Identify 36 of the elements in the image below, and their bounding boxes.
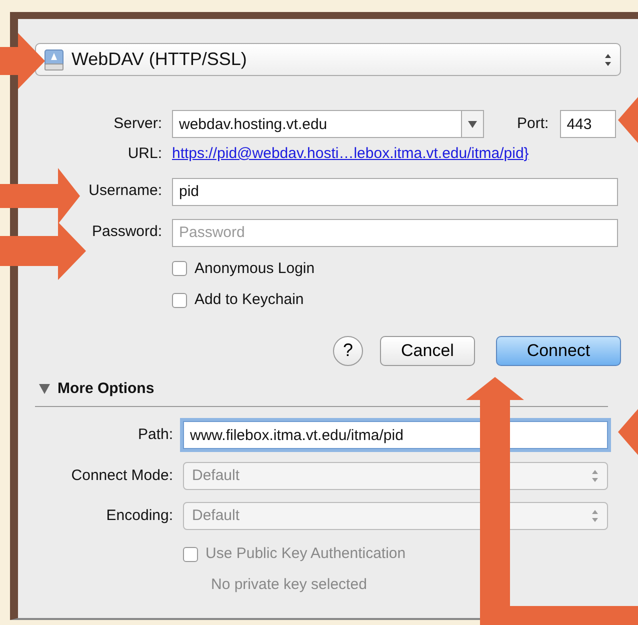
field-label: Path: [136,424,173,445]
updown-arrows-icon [591,509,599,523]
checkbox-label[interactable]: Anonymous Login [194,258,315,280]
section-title: More Options [58,378,154,398]
cancel-button[interactable]: Cancel [380,336,475,366]
dropdown-button[interactable] [462,110,484,138]
updown-arrows-icon [604,52,612,66]
field-label: Server: [112,114,162,134]
connection-type-popup[interactable]: WebDAV (HTTP/SSL) [35,43,621,76]
field-label: Connect Mode: [70,466,173,486]
field-label: Password: [90,222,162,242]
field-label: Username: [88,181,162,202]
connect-mode-popup: Default [183,462,608,490]
disclosure-triangle-expanded-icon[interactable] [39,384,50,394]
username-field[interactable]: pid [172,178,618,206]
field-label: Encoding: [105,506,173,526]
updown-arrows-icon [591,469,599,483]
key-status-text: No private key selected [210,574,368,594]
checkbox[interactable] [172,292,187,308]
annotation-arrow [0,33,45,89]
checkbox-label[interactable]: Add to Keychain [194,289,304,312]
checkbox-label: Use Public Key Authentication [206,544,406,564]
port-field[interactable]: 443 [560,110,616,138]
field-label: URL: [126,144,162,164]
annotation-arrow [618,97,638,143]
connect-button[interactable]: Connect [496,336,621,366]
server-field[interactable]: webdav.hosting.vt.edu [172,110,462,138]
checkbox[interactable] [172,261,187,276]
help-button[interactable]: ? [333,336,363,366]
encoding-popup: Default [183,502,608,530]
caret-icon [468,120,477,128]
field-label: Port: [517,114,549,134]
path-field[interactable]: www.filebox.itma.vt.edu/itma/pid [183,421,608,449]
password-field[interactable]: Password [172,218,618,246]
drive-icon [44,48,64,70]
url-link[interactable]: https://pid@webdav.hosti…lebox.itma.vt.edu/itma/pid} [172,143,529,166]
